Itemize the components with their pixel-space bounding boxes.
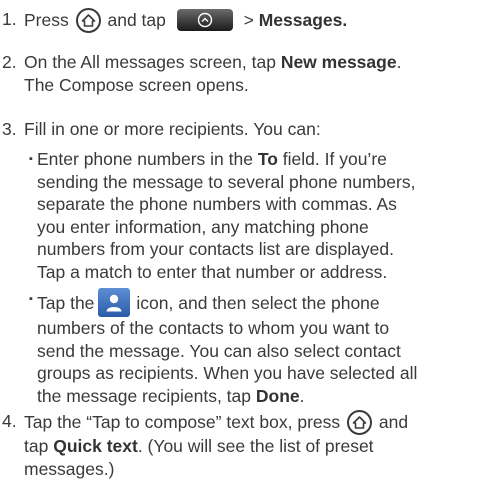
step-4-text-cont: and — [378, 412, 409, 432]
bullet-2-line3: send the message. You can also select co… — [37, 340, 401, 361]
press-text: Press — [24, 10, 69, 30]
step-4-line3: messages.) — [24, 458, 115, 479]
bullet-1-line4: you enter information, any matching phon… — [37, 216, 369, 237]
and-tap-text: and tap — [107, 10, 166, 30]
bullet-2-text-cont: icon, and then select the phone — [136, 293, 380, 313]
to-field-label: To — [257, 149, 278, 169]
bullet-glyph: ▪ — [29, 293, 33, 305]
step-2-text: On the All messages screen, tap — [24, 52, 281, 72]
step-4-line2: tap — [24, 436, 54, 456]
bullet-2-text: Tap the — [37, 293, 95, 313]
step-number: 1. — [2, 9, 17, 29]
menu-key-icon — [176, 9, 233, 31]
home-icon — [75, 8, 101, 33]
step-4-line2-cont: . (You will see the list of preset — [137, 436, 374, 456]
bullet-2-line5: the message recipients, tap — [37, 385, 256, 406]
bullet-2-line2: numbers of the contacts to whom you want… — [37, 318, 390, 338]
step-number: 3. — [2, 119, 17, 139]
bullet-2-punct: . — [299, 385, 305, 406]
bullet-1-text: Enter phone numbers in the — [37, 149, 258, 169]
home-icon — [347, 410, 373, 435]
bullet-1-line5: numbers from your contacts list are disp… — [37, 239, 394, 259]
quick-text-label: Quick text — [53, 436, 138, 456]
step-2-punct: . — [396, 52, 402, 72]
step-number: 2. — [2, 52, 17, 72]
bullet-item-2: ▪ Tap the icon, and then select the phone… — [29, 288, 483, 407]
step-number: 4. — [2, 411, 17, 431]
bullet-1-text-cont: field. If you’re — [277, 149, 387, 169]
bullet-glyph: ▪ — [29, 153, 33, 165]
bullet-1-line2: sending the message to several phone num… — [37, 171, 416, 192]
done-label: Done — [255, 385, 300, 406]
step-2-line2: The Compose screen opens. — [24, 74, 249, 95]
new-message-label: New message — [280, 52, 397, 72]
bullet-1-line3: separate the phone numbers with commas. … — [37, 194, 397, 214]
bullet-item-1: ▪ Enter phone numbers in the To field. I… — [29, 148, 483, 283]
bullet-2-line4: groups as recipients. When you have sele… — [37, 363, 418, 383]
step-4-text: Tap the “Tap to compose” text box, press — [24, 412, 341, 432]
contact-person-icon — [98, 288, 131, 317]
bullet-1-line6: Tap a match to enter that number or addr… — [37, 261, 388, 282]
instruction-page: 1. Press and tap > Messages. 2. On the A… — [0, 0, 487, 488]
step-3-intro: Fill in one or more recipients. You can: — [24, 119, 321, 139]
arrow-text: > — [243, 10, 254, 30]
messages-label: Messages. — [258, 10, 348, 30]
